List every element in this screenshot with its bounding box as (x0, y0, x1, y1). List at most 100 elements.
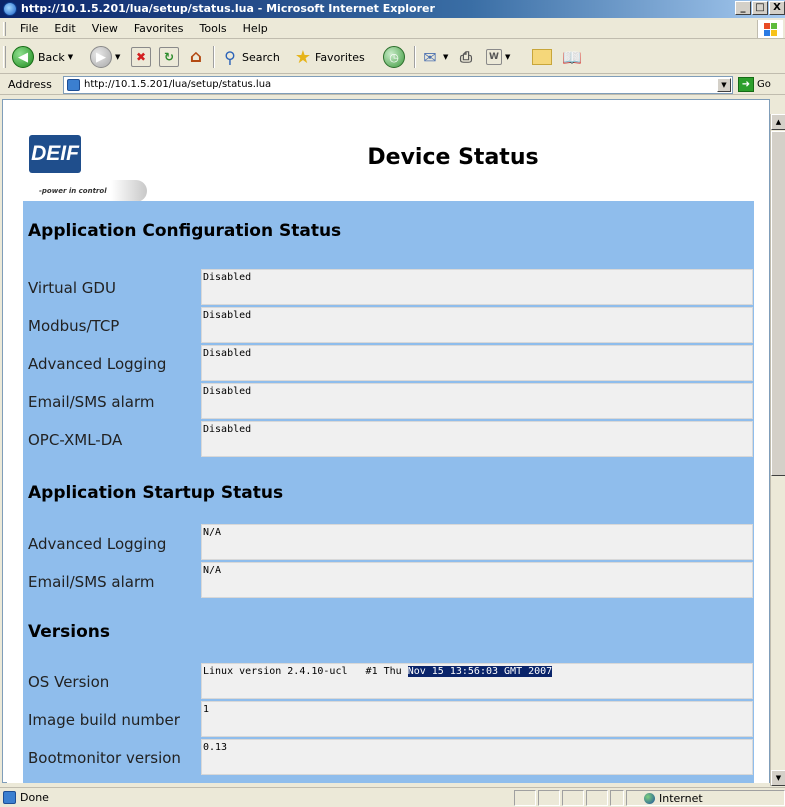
favorites-label: Favorites (315, 50, 365, 64)
forward-button[interactable]: ▶ ▼ (90, 45, 120, 69)
back-button[interactable]: ◀ Back ▼ (12, 45, 73, 69)
research-button[interactable]: 📖 (562, 45, 582, 69)
vertical-scrollbar[interactable]: ▲ ▼ (770, 114, 785, 786)
print-icon: ⎙ (459, 48, 472, 66)
page-done-icon (3, 791, 16, 804)
mail-dropdown-icon[interactable]: ▼ (443, 53, 448, 61)
row-label: Virtual GDU (28, 279, 116, 297)
window-title: http://10.1.5.201/lua/setup/status.lua -… (21, 2, 435, 15)
edit-button[interactable]: W ▼ (486, 45, 510, 69)
back-label: Back (38, 50, 65, 64)
favorites-icon: ★ (294, 46, 312, 68)
section-title-startup: Application Startup Status (28, 483, 284, 503)
row-label: Image build number (28, 711, 180, 729)
discuss-icon (532, 49, 552, 65)
row-value-os-version[interactable]: Linux version 2.4.10-ucl #1 Thu Nov 15 1… (201, 663, 753, 699)
home-button[interactable]: ⌂ (186, 45, 206, 69)
history-button[interactable]: ◷ (383, 45, 405, 69)
status-cell (514, 790, 536, 806)
windows-logo-icon (757, 20, 783, 38)
standard-toolbar: ◀ Back ▼ ▶ ▼ ✖ ↻ ⌂ ⚲ Search ★ Favorites … (0, 40, 785, 74)
mail-icon: ✉ (423, 47, 437, 67)
forward-icon: ▶ (90, 46, 112, 68)
selected-text[interactable]: Nov 15 13:56:03 GMT 2007 (407, 666, 553, 677)
go-arrow-icon: ➜ (738, 77, 754, 92)
row-value: 0.13 (201, 739, 753, 775)
scroll-down-button[interactable]: ▼ (771, 770, 785, 786)
maximize-button[interactable]: □ (752, 1, 768, 15)
menu-favorites[interactable]: Favorites (126, 19, 192, 39)
row-label: Modbus/TCP (28, 317, 120, 335)
refresh-button[interactable]: ↻ (159, 45, 179, 69)
back-icon: ◀ (12, 46, 34, 68)
row-label: Bootmonitor version (28, 749, 181, 767)
row-value: Disabled (201, 269, 753, 305)
scroll-thumb[interactable] (771, 131, 785, 476)
row-label: OPC-XML-DA (28, 431, 123, 449)
forward-dropdown-icon[interactable]: ▼ (115, 53, 120, 61)
address-bar: Address http://10.1.5.201/lua/setup/stat… (0, 75, 785, 95)
menu-help[interactable]: Help (235, 19, 276, 39)
page-title: Device Status (367, 145, 539, 170)
menu-file[interactable]: File (12, 19, 46, 39)
close-button[interactable]: X (769, 1, 785, 15)
edit-dropdown-icon[interactable]: ▼ (505, 53, 510, 61)
discuss-button[interactable] (532, 45, 552, 69)
row-value: 1 (201, 701, 753, 737)
row-value: Disabled (201, 307, 753, 343)
row-value: N/A (201, 562, 753, 598)
research-icon: 📖 (562, 47, 582, 67)
status-text: Done (20, 791, 49, 804)
logo-tagline: -power in control (27, 180, 147, 202)
refresh-icon: ↻ (159, 47, 179, 67)
search-label: Search (242, 50, 280, 64)
menu-bar: File Edit View Favorites Tools Help (0, 19, 785, 39)
history-icon: ◷ (383, 46, 405, 68)
go-button[interactable]: ➜ Go (738, 77, 771, 92)
row-label: OS Version (28, 673, 110, 691)
title-bar: http://10.1.5.201/lua/setup/status.lua -… (0, 0, 785, 18)
address-url[interactable]: http://10.1.5.201/lua/setup/status.lua (84, 79, 271, 90)
address-label: Address (8, 78, 52, 91)
page-icon (67, 79, 80, 91)
minimize-button[interactable]: _ (735, 1, 751, 15)
row-value: Disabled (201, 345, 753, 381)
ie-icon[interactable] (3, 2, 17, 16)
row-label: Advanced Logging (28, 355, 167, 373)
address-dropdown-icon[interactable]: ▼ (717, 78, 731, 92)
status-cell (562, 790, 584, 806)
section-title-config: Application Configuration Status (28, 221, 342, 241)
menu-view[interactable]: View (84, 19, 126, 39)
menu-tools[interactable]: Tools (192, 19, 235, 39)
row-value: Disabled (201, 421, 753, 457)
row-label: Email/SMS alarm (28, 393, 155, 411)
edit-icon: W (486, 49, 502, 65)
row-label: Advanced Logging (28, 535, 167, 553)
internet-globe-icon (644, 793, 655, 804)
status-cell (610, 790, 624, 806)
toolbar-grip[interactable] (3, 46, 6, 68)
menu-edit[interactable]: Edit (46, 19, 83, 39)
os-version-text: Linux version 2.4.10-ucl #1 Thu (203, 666, 408, 677)
search-icon: ⚲ (224, 47, 236, 67)
home-icon: ⌂ (189, 47, 203, 67)
security-zone[interactable]: Internet (626, 790, 785, 806)
go-label: Go (757, 79, 771, 90)
menubar-grip[interactable] (3, 22, 6, 36)
page-content: DEIF -power in control Device Status App… (7, 113, 769, 783)
status-panel: Application Configuration Status Virtual… (23, 201, 754, 783)
favorites-button[interactable]: ★ Favorites (293, 45, 365, 69)
search-button[interactable]: ⚲ Search (220, 45, 280, 69)
print-button[interactable]: ⎙ (456, 45, 476, 69)
address-input[interactable]: http://10.1.5.201/lua/setup/status.lua ▼ (63, 76, 733, 94)
row-label: Email/SMS alarm (28, 573, 155, 591)
toolbar-separator (213, 46, 215, 68)
stop-icon: ✖ (131, 47, 151, 67)
stop-button[interactable]: ✖ (131, 45, 151, 69)
status-cell (586, 790, 608, 806)
mail-button[interactable]: ✉ ▼ (420, 45, 448, 69)
status-bar: Done Internet (0, 787, 785, 807)
back-dropdown-icon[interactable]: ▼ (68, 53, 73, 61)
scroll-up-button[interactable]: ▲ (771, 114, 785, 130)
zone-label: Internet (659, 792, 703, 805)
